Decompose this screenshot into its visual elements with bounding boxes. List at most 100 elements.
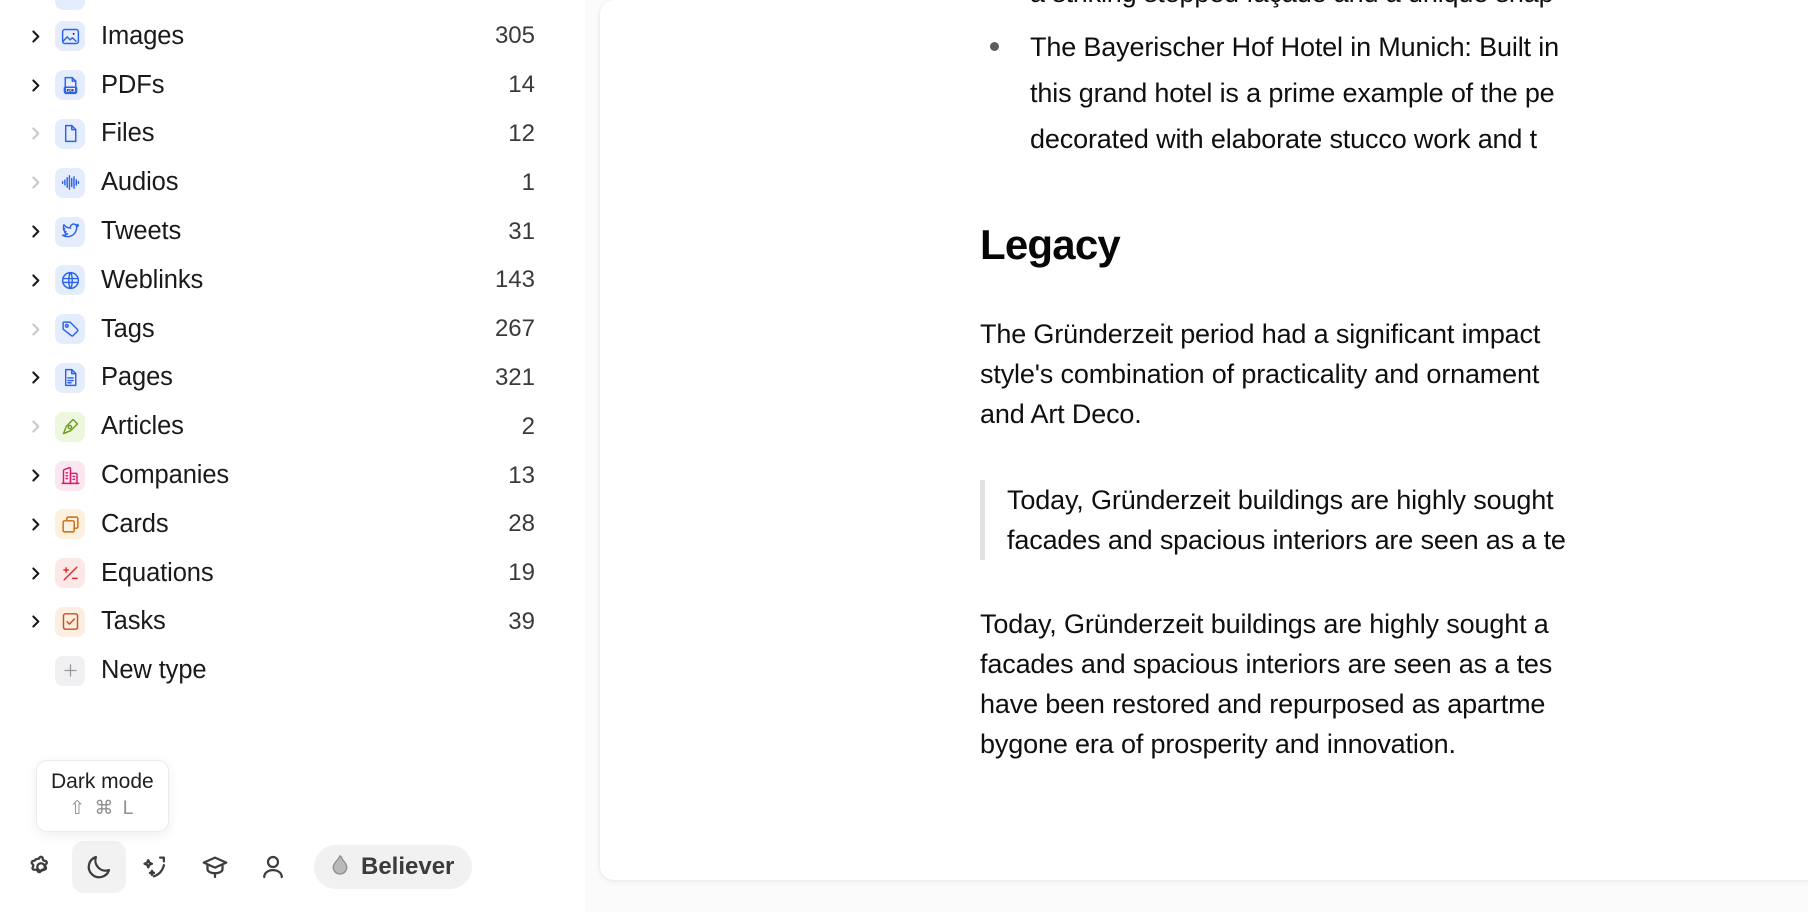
section-heading: Legacy [980, 221, 1121, 268]
tooltip-title: Dark mode [51, 770, 154, 793]
chevron-right-icon[interactable] [22, 272, 48, 289]
sidebar-item-label: Audios [101, 168, 179, 197]
sidebar-item-count: 14 [508, 71, 535, 99]
sidebar-item-label: Articles [101, 412, 184, 441]
sidebar-item-label: Tweets [101, 217, 182, 246]
dark-mode-tooltip: Dark mode ⇧ ⌘ L [36, 760, 169, 833]
paragraph-line: facades and spacious interiors are seen … [980, 649, 1553, 680]
sidebar-item-count: 1 [521, 168, 535, 196]
sidebar-item-label: Weblinks [101, 265, 204, 294]
app-window: Images 305 PDF PDFs 14 Files 12 Audios 1 Tweets 31… [0, 0, 1808, 912]
chevron-right-icon[interactable] [22, 565, 48, 582]
partial-icon [55, 0, 85, 10]
sidebar-item-count: 12 [508, 119, 535, 147]
document-body: a striking stepped façade and a unique s… [600, 0, 1808, 764]
sidebar-item-count: 267 [494, 315, 535, 343]
chevron-right-icon[interactable] [22, 467, 48, 484]
sidebar-item-count: 39 [508, 607, 535, 635]
tag-icon [55, 314, 85, 345]
file-icon [55, 118, 85, 149]
sidebar-item-images[interactable]: Images 305 [0, 12, 585, 61]
ai-magic-button[interactable] [130, 841, 184, 893]
sidebar-item-label: Tags [101, 314, 155, 343]
sidebar-item-new-type[interactable]: New type [0, 646, 585, 695]
page-icon [55, 362, 85, 393]
sidebar-item-companies[interactable]: Companies 13 [0, 451, 585, 500]
bullet-line: The Bayerischer Hof Hotel in Munich: Bui… [1030, 32, 1559, 62]
chevron-right-icon[interactable] [22, 28, 48, 45]
sidebar-item-tweets[interactable]: Tweets 31 [0, 207, 585, 256]
pen-nib-icon [55, 411, 85, 442]
sidebar-item-count: 321 [494, 363, 535, 391]
sidebar: Images 305 PDF PDFs 14 Files 12 Audios 1 Tweets 31… [0, 0, 585, 912]
chevron-right-icon[interactable] [22, 516, 48, 533]
document-bullet-list: a striking stepped façade and a unique s… [980, 0, 1808, 162]
sidebar-item-pages[interactable]: Pages 321 [0, 354, 585, 403]
bullet-line: this grand hotel is a prime example of t… [1030, 78, 1555, 108]
sidebar-item-label: Images [101, 21, 185, 50]
sidebar-item-count: 13 [508, 461, 535, 489]
svg-text:PDF: PDF [66, 88, 74, 92]
sidebar-item-equations[interactable]: Equations 19 [0, 549, 585, 598]
paragraph: Today, Gründerzeit buildings are highly … [980, 604, 1808, 764]
sidebar-item-count: 31 [508, 217, 535, 245]
sidebar-item-label: Pages [101, 363, 173, 392]
account-button[interactable] [246, 841, 300, 893]
believer-label: Believer [361, 853, 455, 880]
image-icon [55, 21, 85, 52]
blockquote: Today, Gründerzeit buildings are highly … [980, 480, 1808, 561]
plus-minus-icon [55, 558, 85, 589]
settings-button[interactable] [14, 841, 68, 893]
sidebar-item-articles[interactable]: Articles 2 [0, 402, 585, 451]
plus-icon [55, 655, 85, 686]
paragraph-line: bygone era of prosperity and innovation. [980, 729, 1456, 760]
building-icon [55, 460, 85, 491]
blockquote-line: facades and spacious interiors are seen … [1007, 525, 1566, 556]
sidebar-item-label: Tasks [101, 607, 166, 636]
chevron-right-icon[interactable] [22, 77, 48, 94]
sidebar-item-label: New type [101, 656, 207, 685]
paragraph: The Gründerzeit period had a significant… [980, 314, 1808, 434]
chevron-right-icon[interactable] [22, 418, 48, 435]
paragraph-line: Today, Gründerzeit buildings are highly … [980, 609, 1549, 640]
believer-badge[interactable]: Believer [314, 845, 473, 889]
sidebar-item-label: Cards [101, 509, 169, 538]
sidebar-item-label: Equations [101, 558, 214, 587]
panel-gutter [585, 0, 600, 912]
globe-icon [55, 265, 85, 296]
sidebar-item-count: 2 [521, 412, 535, 440]
chevron-right-icon[interactable] [22, 613, 48, 630]
chevron-right-icon[interactable] [22, 369, 48, 386]
sidebar-item-audios[interactable]: Audios 1 [0, 158, 585, 207]
paragraph-line: style's combination of practicality and … [980, 359, 1540, 390]
sidebar-item-pdfs[interactable]: PDF PDFs 14 [0, 61, 585, 110]
paragraph-line: and Art Deco. [980, 399, 1142, 430]
chevron-right-icon[interactable] [22, 174, 48, 191]
list-item: The Bayerischer Hof Hotel in Munich: Bui… [980, 24, 1808, 162]
sidebar-item-label: Files [101, 119, 155, 148]
chevron-right-icon[interactable] [22, 223, 48, 240]
sidebar-item-count: 19 [508, 559, 535, 587]
sidebar-item-count: 143 [494, 266, 535, 294]
checkbox-icon [55, 606, 85, 637]
list-item: a striking stepped façade and a unique s… [980, 0, 1808, 16]
waveform-icon [55, 167, 85, 198]
chevron-right-icon[interactable] [22, 125, 48, 142]
sidebar-item-partial[interactable] [0, 0, 585, 12]
content-area: a striking stepped façade and a unique s… [600, 0, 1808, 912]
bullet-line: a striking stepped façade and a unique s… [1030, 0, 1808, 16]
sidebar-item-weblinks[interactable]: Weblinks 143 [0, 256, 585, 305]
cards-icon [55, 509, 85, 540]
learn-button[interactable] [188, 841, 242, 893]
chevron-right-icon[interactable] [22, 321, 48, 338]
sidebar-item-cards[interactable]: Cards 28 [0, 500, 585, 549]
dark-mode-button[interactable] [72, 841, 126, 893]
flame-icon [328, 853, 352, 882]
sidebar-item-files[interactable]: Files 12 [0, 110, 585, 159]
pdf-icon: PDF [55, 70, 85, 101]
sidebar-item-count: 28 [508, 510, 535, 538]
blockquote-line: Today, Gründerzeit buildings are highly … [1007, 485, 1554, 516]
document-panel: a striking stepped façade and a unique s… [600, 0, 1808, 880]
sidebar-item-tasks[interactable]: Tasks 39 [0, 598, 585, 647]
sidebar-item-tags[interactable]: Tags 267 [0, 305, 585, 354]
